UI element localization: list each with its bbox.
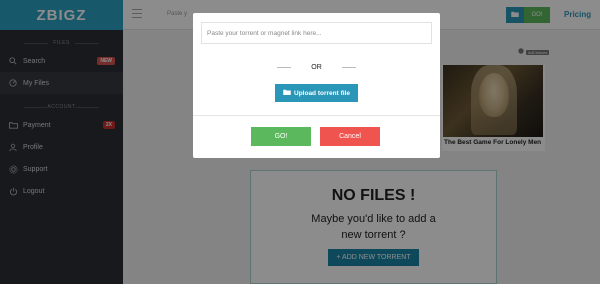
upload-label: Upload torrent file (294, 89, 350, 97)
go-button[interactable]: GO! (251, 127, 311, 146)
upload-torrent-button[interactable]: Upload torrent file (275, 84, 358, 102)
divider (341, 67, 356, 68)
modal-divider (193, 115, 440, 116)
add-torrent-modal: Paste your torrent or magnet link here..… (193, 13, 440, 158)
folder-icon (283, 89, 291, 97)
divider (277, 67, 292, 68)
or-separator: OR (193, 64, 440, 71)
cancel-button[interactable]: Cancel (320, 127, 380, 146)
or-label: OR (311, 64, 322, 71)
magnet-link-input[interactable]: Paste your torrent or magnet link here..… (201, 22, 432, 44)
app-root: ZBIGZ FILES Search NEW My Files ACCOUNT … (0, 0, 600, 284)
